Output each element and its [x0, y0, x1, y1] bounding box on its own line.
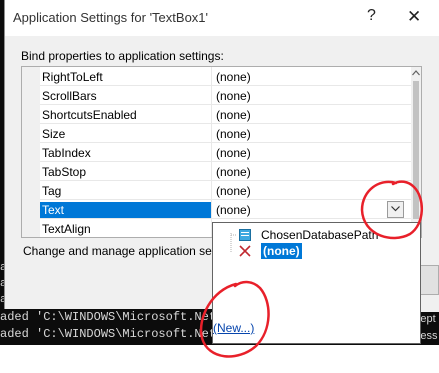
column-divider [211, 143, 212, 161]
property-value: (none) [216, 89, 251, 103]
property-name: TextAlign [42, 222, 91, 236]
column-divider [211, 86, 212, 104]
property-row[interactable]: Size (none) [40, 124, 411, 143]
manage-settings-label: Change and manage application sett [23, 244, 219, 258]
property-value: (none) [216, 108, 251, 122]
settings-dropdown: ChosenDatabasePath (none) (New...) [212, 222, 421, 344]
help-button[interactable]: ? [367, 7, 376, 25]
chevron-down-icon [391, 206, 400, 212]
scrollbar-thumb[interactable] [413, 81, 419, 219]
property-value: (none) [216, 165, 251, 179]
close-button[interactable]: ✕ [407, 7, 421, 27]
settings-file-icon [239, 229, 251, 241]
console-output-line: aded 'C:\WINDOWS\Microsoft.Net [0, 309, 220, 326]
bind-properties-label: Bind properties to application settings: [21, 49, 224, 63]
title-bar: Application Settings for 'TextBox1' ? ✕ [5, 0, 439, 36]
vertical-scrollbar[interactable] [411, 67, 421, 237]
window-title: Application Settings for 'TextBox1' [13, 10, 209, 25]
property-name: ScrollBars [42, 89, 97, 103]
property-row[interactable]: ShortcutsEnabled (none) [40, 105, 411, 124]
column-divider [211, 124, 212, 142]
property-name: TabStop [42, 165, 87, 179]
property-row-selected[interactable]: Text (none) [40, 200, 411, 219]
value-dropdown-button[interactable] [387, 201, 404, 218]
property-name: Tag [42, 184, 62, 198]
property-name: TabIndex [42, 146, 91, 160]
console-output-line: aded 'C:\WINDOWS\Microsoft.Net [0, 326, 220, 343]
property-value: (none) [216, 146, 251, 160]
dropdown-item-label: ChosenDatabasePath [261, 228, 379, 242]
column-divider [211, 181, 212, 199]
property-row[interactable]: RightToLeft (none) [40, 67, 411, 86]
property-value: (none) [216, 203, 251, 217]
property-row[interactable]: TabIndex (none) [40, 143, 411, 162]
property-row[interactable]: Tag (none) [40, 181, 411, 200]
property-value: (none) [216, 184, 251, 198]
scroll-up-arrow-icon[interactable] [412, 70, 420, 76]
property-name: RightToLeft [42, 70, 103, 84]
property-name: ShortcutsEnabled [42, 108, 137, 122]
property-name: Size [42, 127, 66, 141]
column-divider [211, 67, 212, 85]
new-setting-link[interactable]: (New...) [213, 321, 254, 335]
property-value: (none) [216, 127, 251, 141]
property-grid: RightToLeft (none) ScrollBars (none) Sho… [21, 66, 422, 238]
property-row[interactable]: ScrollBars (none) [40, 86, 411, 105]
dropdown-item-label: (none) [261, 243, 302, 259]
property-value: (none) [216, 70, 251, 84]
column-divider [211, 200, 212, 218]
column-divider [211, 105, 212, 123]
grid-left-margin [22, 67, 40, 237]
column-divider [211, 162, 212, 180]
property-name: Text [40, 202, 212, 218]
delete-x-icon [239, 245, 251, 257]
property-row[interactable]: TabStop (none) [40, 162, 411, 181]
